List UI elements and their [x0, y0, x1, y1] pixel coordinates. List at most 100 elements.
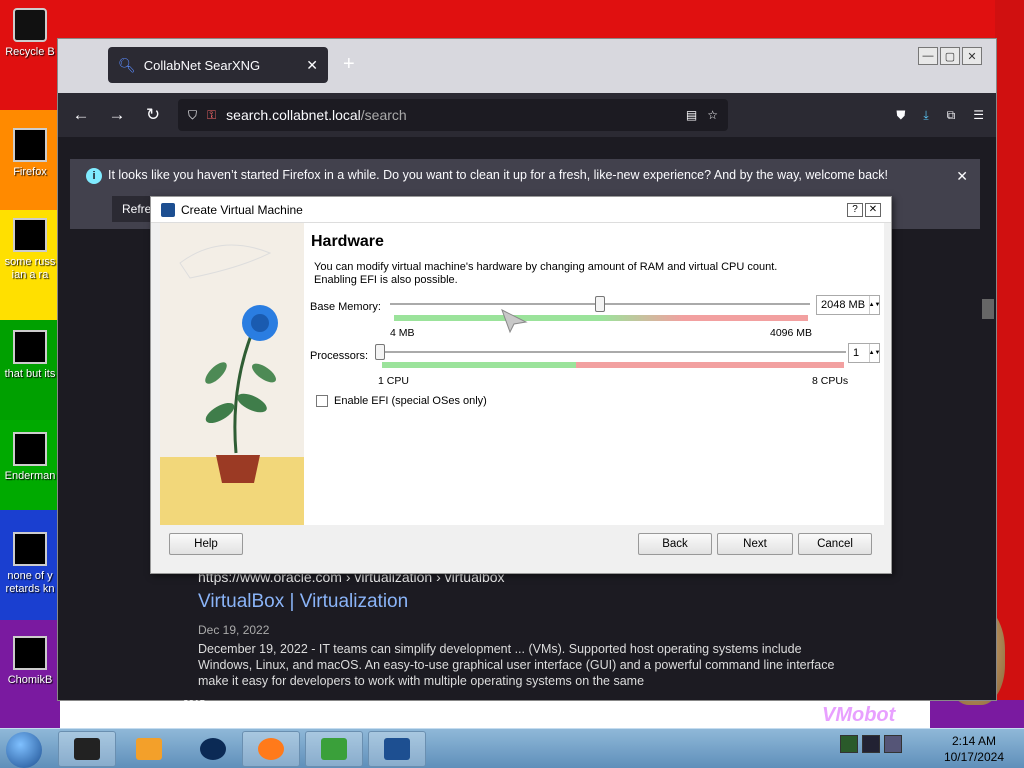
- page-footer-year: 2015: [183, 699, 206, 710]
- cpu-scale-bar: [382, 362, 844, 368]
- wizard-illustration: [160, 223, 304, 525]
- url-path: /search: [360, 107, 407, 123]
- dialog-titlebar: Create Virtual Machine ? ✕: [151, 197, 891, 223]
- desktop-icon-label: ChomikB: [7, 674, 53, 686]
- taskbar-app-1[interactable]: [58, 731, 116, 767]
- dialog-title: Create Virtual Machine: [181, 202, 303, 217]
- efi-checkbox-box[interactable]: [316, 395, 328, 407]
- desktop-icon-recycle-bin[interactable]: Recycle B: [0, 8, 60, 59]
- memory-spinbox[interactable]: 2048 MB ▲▼: [816, 295, 880, 315]
- lock-icon[interactable]: ⚿: [207, 108, 216, 123]
- memory-min-label: 4 MB: [390, 327, 415, 339]
- close-button[interactable]: ✕: [962, 47, 982, 65]
- wizard-content: Hardware You can modify virtual machine'…: [310, 223, 884, 525]
- firefox-titlebar: 🔍︎ CollabNet SearXNG ✕ + — ▢ ✕: [58, 39, 996, 93]
- taskbar-app-3[interactable]: [184, 731, 242, 767]
- memory-value: 2048 MB: [821, 299, 866, 311]
- tray-icon[interactable]: [840, 735, 858, 753]
- virtualbox-icon: [161, 202, 175, 217]
- result-title-link[interactable]: VirtualBox | Virtualization: [198, 591, 838, 613]
- pocket-icon[interactable]: ⛊: [896, 108, 905, 123]
- efi-label: Enable EFI (special OSes only): [334, 395, 487, 407]
- browser-tab[interactable]: 🔍︎ CollabNet SearXNG ✕: [108, 47, 328, 83]
- dialog-close-icon[interactable]: ✕: [865, 202, 881, 217]
- new-tab-button[interactable]: +: [343, 53, 355, 76]
- help-question-icon[interactable]: ?: [847, 202, 863, 217]
- recycle-bin-icon: [13, 8, 47, 42]
- desktop-icon-firefox[interactable]: Firefox: [0, 128, 60, 179]
- desktop-icon-label: Recycle B: [5, 46, 55, 58]
- cpu-spinbox[interactable]: 1 ▲▼: [848, 343, 880, 363]
- reader-view-icon[interactable]: ▤: [686, 108, 697, 122]
- base-memory-label: Base Memory:: [310, 301, 381, 313]
- menu-icon[interactable]: ☰: [973, 108, 984, 123]
- taskbar: 2:14 AM 10/17/2024: [0, 728, 1024, 768]
- maximize-button[interactable]: ▢: [940, 47, 960, 65]
- desktop-icon-enderman[interactable]: Enderman: [0, 432, 60, 483]
- memory-slider-handle[interactable]: [595, 296, 605, 312]
- extensions-icon[interactable]: ⧉: [947, 108, 956, 123]
- file-icon: [13, 330, 47, 364]
- taskbar-virtualbox[interactable]: [368, 731, 426, 767]
- system-tray: [840, 735, 902, 753]
- desktop-icon-none-of[interactable]: none of y retards kn: [0, 532, 60, 596]
- download-icon[interactable]: ⤓: [923, 108, 928, 123]
- reload-icon[interactable]: ↻: [142, 104, 164, 126]
- tab-close-icon[interactable]: ✕: [306, 57, 318, 74]
- desktop-icon-label: Firefox: [13, 166, 47, 178]
- taskbar-app-5[interactable]: [305, 731, 363, 767]
- back-arrow-icon[interactable]: ←: [70, 104, 92, 126]
- tray-icon[interactable]: [862, 735, 880, 753]
- wallpaper-text: VMobot: [822, 704, 896, 726]
- globe-icon: [200, 738, 226, 760]
- forward-arrow-icon[interactable]: →: [106, 104, 128, 126]
- taskbar-firefox[interactable]: [242, 731, 300, 767]
- cpu-spin-arrows[interactable]: ▲▼: [869, 344, 880, 362]
- network-icon[interactable]: [884, 735, 902, 753]
- toolbar-right: ⛊ ⤓ ⧉ ☰: [896, 108, 984, 123]
- result-description: December 19, 2022 - IT teams can simplif…: [198, 642, 835, 688]
- cpu-min-label: 1 CPU: [378, 375, 409, 387]
- desktop-icon-label: some russ ian a ra: [4, 256, 56, 281]
- memory-scale-bar: [394, 315, 808, 321]
- help-button[interactable]: Help: [169, 533, 243, 555]
- url-text[interactable]: search.collabnet.local/search: [226, 107, 676, 123]
- url-bar[interactable]: ⛉ ⚿ search.collabnet.local/search ▤ ☆: [178, 99, 728, 131]
- file-icon: [13, 636, 47, 670]
- page-scrollbar[interactable]: [982, 239, 994, 679]
- navigation-bar: ← → ↻ ⛉ ⚿ search.collabnet.local/search …: [58, 93, 996, 137]
- file-icon: [13, 218, 47, 252]
- notice-close-icon[interactable]: ✕: [956, 168, 968, 185]
- back-button[interactable]: Back: [638, 533, 712, 555]
- mouse-cursor-icon: [501, 308, 528, 334]
- tab-title: CollabNet SearXNG: [143, 57, 261, 73]
- enable-efi-checkbox[interactable]: Enable EFI (special OSes only): [316, 395, 487, 407]
- shield-icon[interactable]: ⛉: [188, 108, 197, 123]
- virtualbox-icon: [384, 738, 410, 760]
- notice-text: It looks like you haven’t started Firefo…: [108, 168, 889, 182]
- cpu-slider-track[interactable]: [376, 351, 846, 353]
- scrollbar-thumb[interactable]: [982, 299, 994, 319]
- clock[interactable]: 2:14 AM 10/17/2024: [944, 733, 1004, 765]
- desktop-icon-that-but[interactable]: that but its: [0, 330, 60, 381]
- desktop-icon-chomik[interactable]: ChomikB: [0, 636, 60, 687]
- memory-spin-arrows[interactable]: ▲▼: [869, 296, 880, 314]
- cancel-button[interactable]: Cancel: [798, 533, 872, 555]
- start-button[interactable]: [6, 732, 42, 768]
- search-result: https://www.oracle.com › virtualization …: [198, 569, 838, 689]
- page-description: You can modify virtual machine's hardwar…: [314, 261, 778, 286]
- dialog-body: Hardware You can modify virtual machine'…: [160, 223, 884, 525]
- taskbar-app-2[interactable]: [120, 731, 178, 767]
- processors-label: Processors:: [310, 350, 369, 362]
- download-manager-icon: [321, 738, 347, 760]
- cpu-max-label: 8 CPUs: [812, 375, 849, 387]
- clock-date: 10/17/2024: [943, 750, 1004, 764]
- cpu-slider-handle[interactable]: [375, 344, 385, 360]
- bookmark-star-icon[interactable]: ☆: [707, 108, 718, 122]
- minimize-button[interactable]: —: [918, 47, 938, 65]
- desktop-icon-label: none of y retards kn: [5, 570, 55, 595]
- window-controls: — ▢ ✕: [918, 47, 982, 65]
- next-button[interactable]: Next: [717, 533, 793, 555]
- desktop-icon-russian[interactable]: some russ ian a ra: [0, 218, 60, 282]
- media-player-icon: [136, 738, 162, 760]
